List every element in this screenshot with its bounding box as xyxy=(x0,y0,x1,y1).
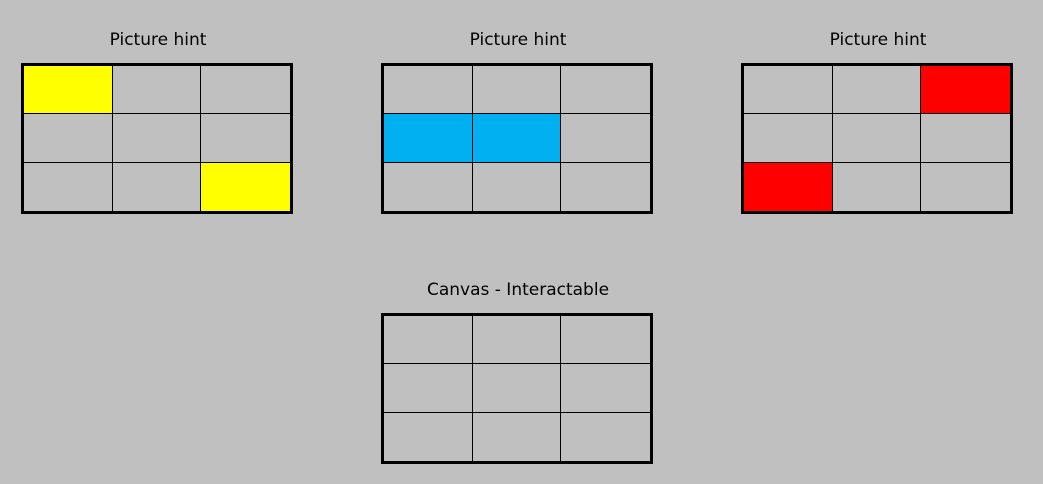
canvas-title: Canvas - Interactable xyxy=(426,280,610,300)
picture-hint-2-cell-r2-c0 xyxy=(384,162,473,211)
picture-hint-2-cell-r1-c0 xyxy=(384,114,473,163)
picture-hint-1-cell-r2-c1 xyxy=(113,162,202,211)
picture-hint-1-cell-r1-c0 xyxy=(24,114,113,163)
picture-hint-2-cell-r0-c2 xyxy=(561,66,650,115)
canvas-cell-r2-c0[interactable] xyxy=(384,412,473,461)
picture-hint-3-cell-r2-c2 xyxy=(921,163,1010,211)
picture-hint-3-cell-r2-c0 xyxy=(744,162,833,211)
picture-hint-3-cell-r0-c0 xyxy=(744,66,833,115)
canvas-grid[interactable] xyxy=(381,313,653,464)
picture-hint-3-cell-r0-c1 xyxy=(832,66,922,115)
canvas-cell-r1-c0[interactable] xyxy=(384,364,473,413)
picture-hint-1-cell-r1-c2 xyxy=(201,114,290,163)
picture-hint-3-cell-r1-c0 xyxy=(744,114,833,163)
canvas-cell-r0-c0[interactable] xyxy=(384,316,473,365)
picture-hint-2-cell-r2-c2 xyxy=(561,163,650,211)
canvas-cell-r2-c2[interactable] xyxy=(561,413,650,461)
canvas-cell-r2-c1[interactable] xyxy=(473,412,562,461)
picture-hint-3-cell-r1-c2 xyxy=(921,114,1010,163)
picture-hint-3-cell-r2-c1 xyxy=(833,162,922,211)
picture-hint-1-cell-r0-c1 xyxy=(112,66,202,115)
picture-hint-2-cell-r1-c1 xyxy=(472,114,562,163)
picture-hint-1-cell-r2-c2 xyxy=(201,162,290,211)
canvas-cell-r0-c1[interactable] xyxy=(472,316,562,365)
canvas-cell-r1-c2[interactable] xyxy=(561,364,650,413)
picture-hint-2-cell-r2-c1 xyxy=(473,162,562,211)
picture-hint-1-cell-r0-c2 xyxy=(201,66,290,115)
picture-hint-title: Picture hint xyxy=(829,30,927,50)
picture-hint-title: Picture hint xyxy=(469,30,567,50)
picture-hint-1-cell-r1-c1 xyxy=(112,114,202,163)
picture-hint-2-cell-r1-c2 xyxy=(561,114,650,163)
canvas-cell-r0-c2[interactable] xyxy=(561,316,650,365)
picture-hint-grid-2 xyxy=(381,63,653,214)
canvas-cell-r1-c1[interactable] xyxy=(472,364,562,413)
picture-hint-3-cell-r0-c2 xyxy=(921,66,1010,115)
picture-hint-title: Picture hint xyxy=(109,30,207,50)
picture-hint-grid-3 xyxy=(741,63,1013,214)
picture-hint-grid-1 xyxy=(21,63,293,214)
picture-hint-2-cell-r0-c0 xyxy=(384,66,473,115)
picture-hint-2-cell-r0-c1 xyxy=(472,66,562,115)
picture-hint-1-cell-r2-c0 xyxy=(24,162,113,211)
picture-hint-1-cell-r0-c0 xyxy=(24,66,113,115)
picture-hint-3-cell-r1-c1 xyxy=(832,114,922,163)
